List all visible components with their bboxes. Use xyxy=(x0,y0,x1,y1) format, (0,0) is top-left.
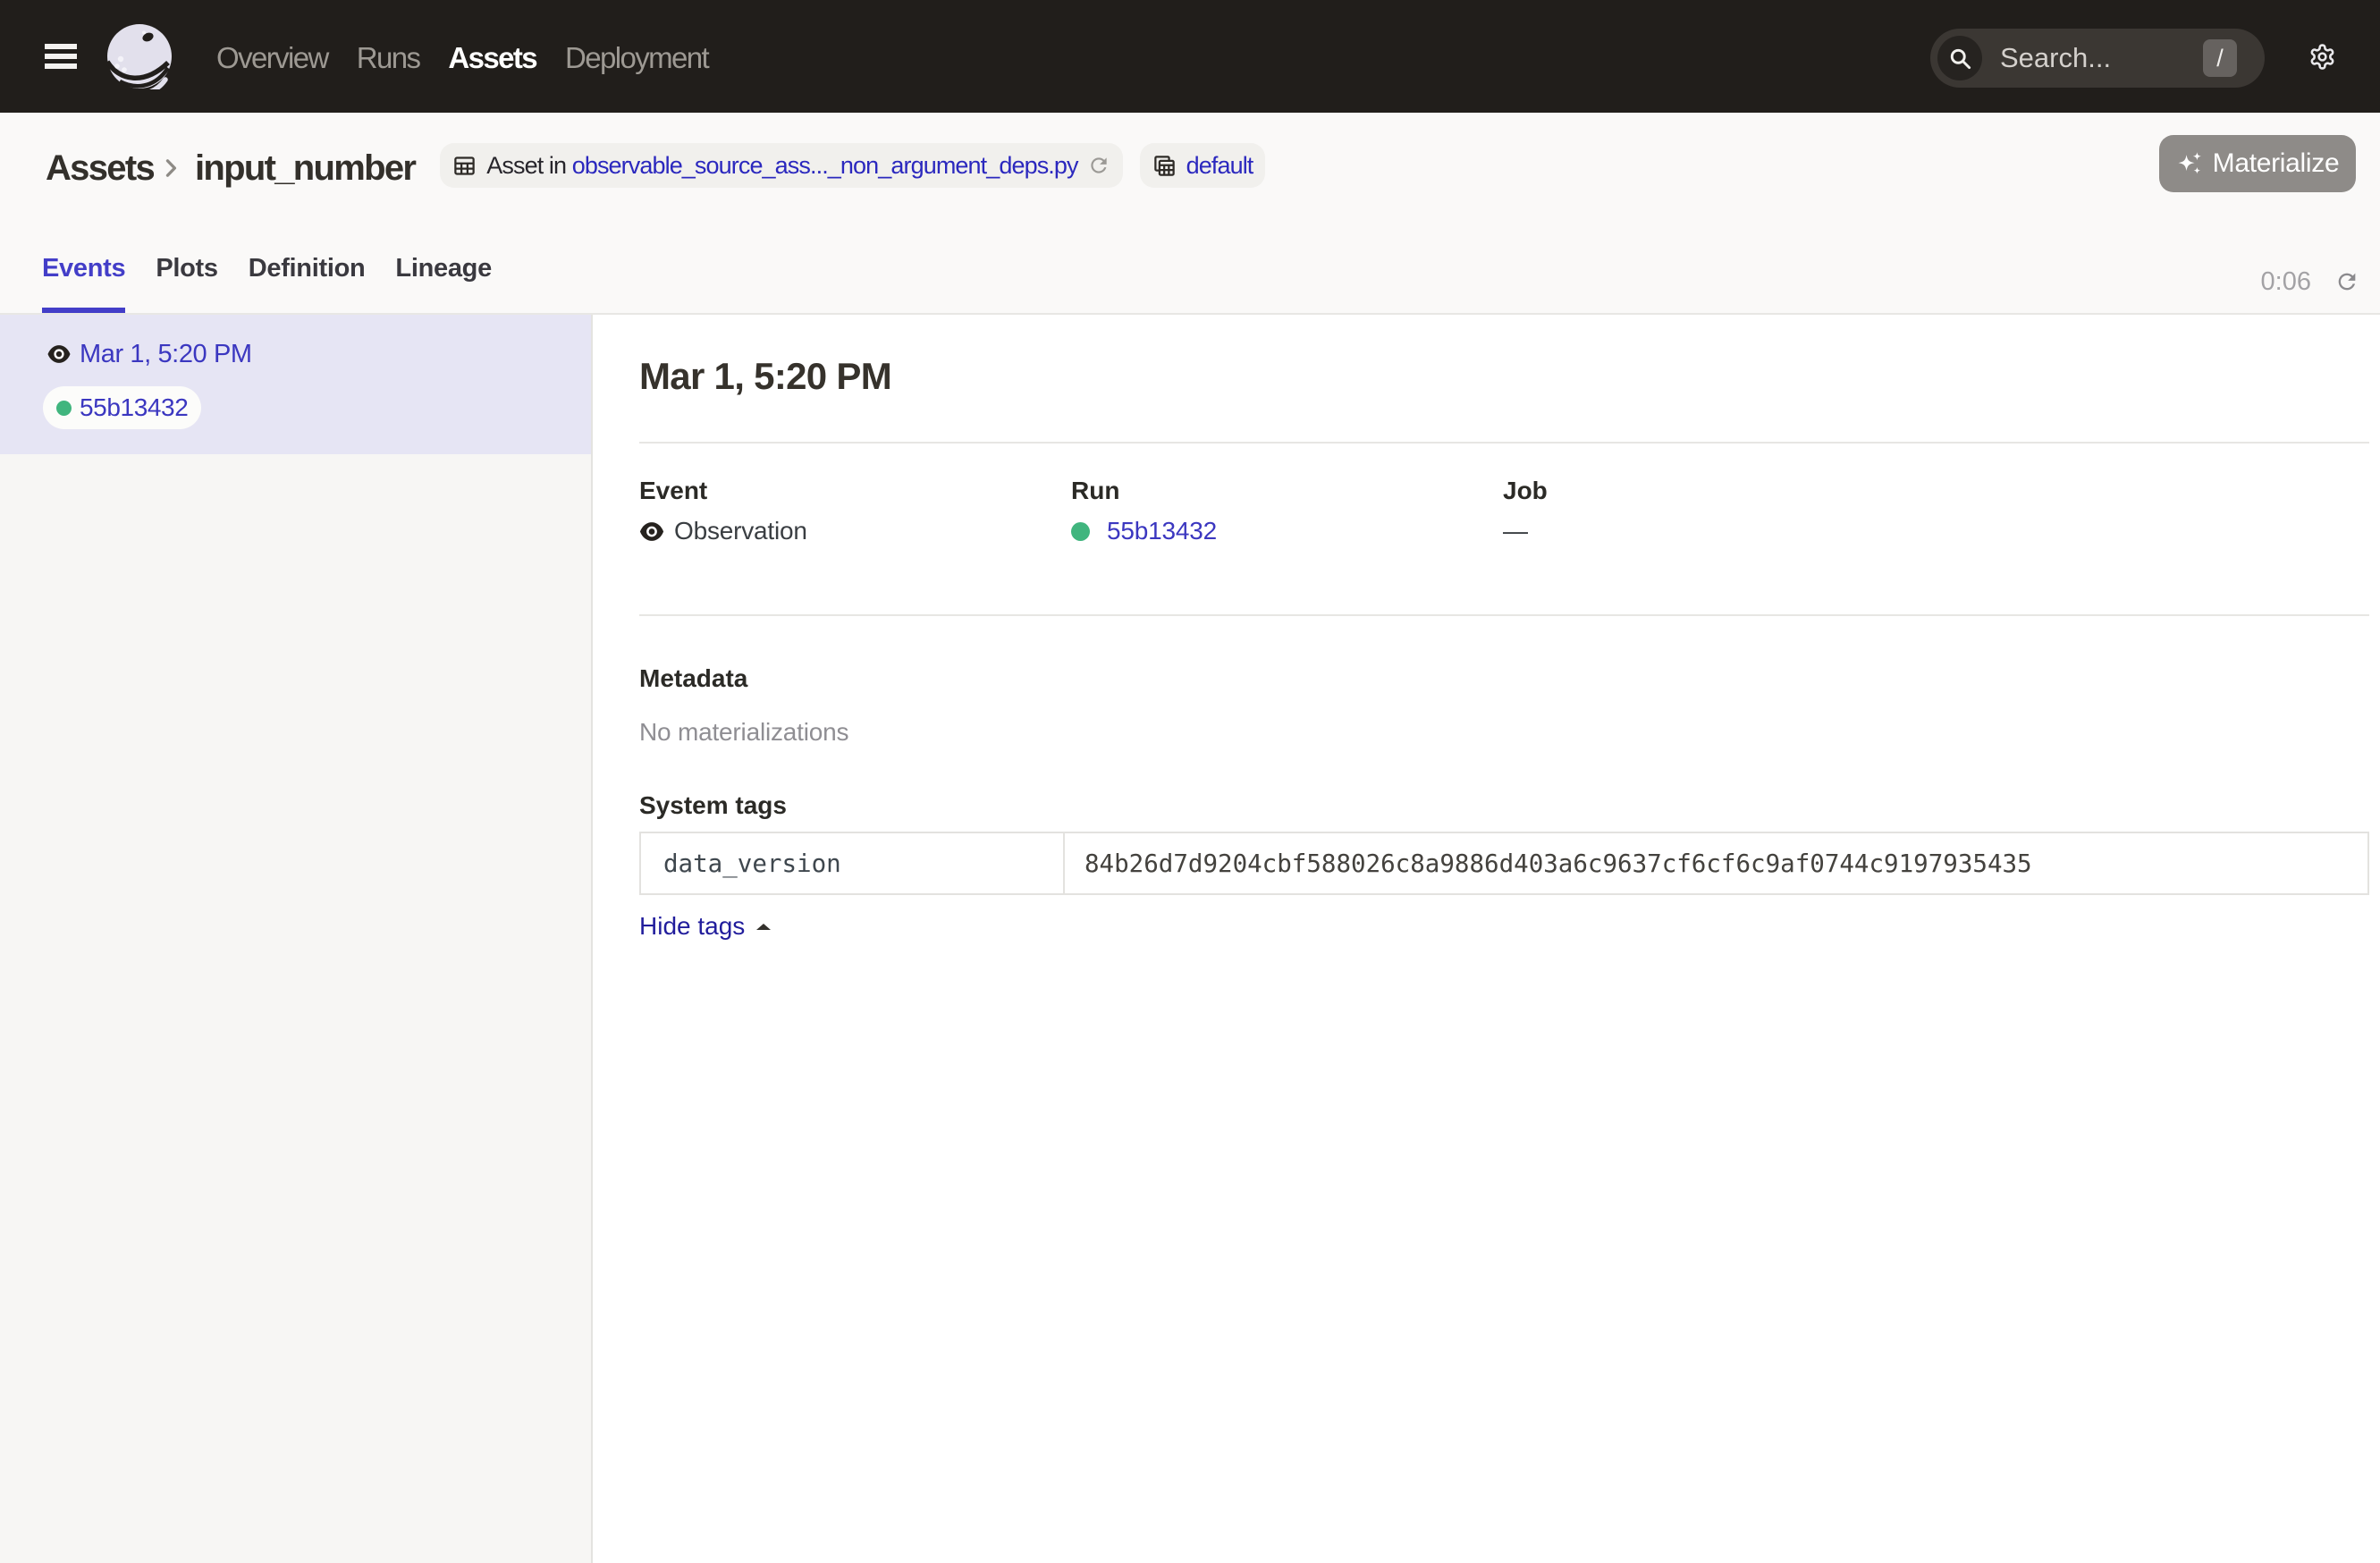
breadcrumb-asset-name: input_number xyxy=(195,148,415,189)
asset-tabs: Events Plots Definition Lineage xyxy=(42,224,492,313)
search-icon-circle xyxy=(1937,36,1982,80)
refresh-zone: 0:06 xyxy=(2261,237,2359,326)
materialize-button[interactable]: Materialize xyxy=(2159,135,2356,192)
metadata-empty-text: No materializations xyxy=(639,717,2369,748)
event-detail-title: Mar 1, 5:20 PM xyxy=(639,353,2369,400)
run-status-dot xyxy=(56,401,72,416)
sparkles-icon xyxy=(2176,150,2204,178)
system-tag-key: data_version xyxy=(640,832,1064,894)
caret-up-icon xyxy=(756,924,771,930)
refresh-elapsed-time: 0:06 xyxy=(2261,267,2311,297)
event-type-label: Observation xyxy=(674,516,807,546)
nav-item-overview[interactable]: Overview xyxy=(216,41,328,75)
hide-tags-label: Hide tags xyxy=(639,912,745,941)
reload-definition-icon[interactable] xyxy=(1087,154,1110,177)
search-shortcut-badge: / xyxy=(2203,39,2237,77)
event-list-sidebar: Mar 1, 5:20 PM 55b13432 xyxy=(0,315,593,1563)
asset-chip-prefix: Asset in xyxy=(486,152,566,180)
event-detail-panel: Mar 1, 5:20 PM Event Observation Run xyxy=(593,315,2380,1563)
search-placeholder: Search... xyxy=(2000,42,2111,74)
top-navigation-bar: Overview Runs Assets Deployment Search..… xyxy=(0,0,2380,113)
asset-group-chip: default xyxy=(1140,143,1266,188)
nav-item-assets[interactable]: Assets xyxy=(448,41,536,75)
refresh-icon[interactable] xyxy=(2334,269,2359,294)
system-tag-value: 84b26d7d9204cbf588026c8a9886d403a6c9637c… xyxy=(1064,832,2368,894)
event-column-label: Event xyxy=(639,476,1071,506)
table-icon xyxy=(452,154,477,178)
menu-hamburger-button[interactable] xyxy=(45,44,77,69)
asset-group-link[interactable]: default xyxy=(1186,152,1253,180)
run-column: Run 55b13432 xyxy=(1071,476,1503,546)
search-input[interactable]: Search... / xyxy=(1930,29,2265,88)
run-status-dot-detail xyxy=(1071,522,1090,541)
system-tags-table: data_version 84b26d7d9204cbf588026c8a988… xyxy=(639,832,2369,895)
content-area: Mar 1, 5:20 PM 55b13432 Mar 1, 5:20 PM E… xyxy=(0,315,2380,1563)
breadcrumb-assets-link[interactable]: Assets xyxy=(46,148,154,189)
event-detail-columns: Event Observation Run 55b13432 xyxy=(639,476,2369,546)
hide-tags-toggle[interactable]: Hide tags xyxy=(639,912,771,941)
metadata-heading: Metadata xyxy=(639,663,2369,694)
search-icon xyxy=(1948,46,1972,71)
event-date-link[interactable]: Mar 1, 5:20 PM xyxy=(80,340,252,369)
event-column: Event Observation xyxy=(639,476,1071,546)
asset-header-row: Assets input_number Asset in observable_… xyxy=(0,113,2380,224)
dagster-logo[interactable] xyxy=(106,23,173,89)
system-tag-row: data_version 84b26d7d9204cbf588026c8a988… xyxy=(640,832,2368,894)
observation-eye-icon xyxy=(47,345,71,363)
job-empty-value: — xyxy=(1503,516,1528,546)
nav-item-deployment[interactable]: Deployment xyxy=(565,41,708,75)
tab-plots[interactable]: Plots xyxy=(156,224,217,313)
settings-gear-icon[interactable] xyxy=(2308,43,2336,71)
asset-group-icon xyxy=(1152,154,1177,178)
system-tags-heading: System tags xyxy=(639,790,2369,821)
divider-above-metadata xyxy=(639,614,2369,616)
asset-file-link[interactable]: observable_source_ass..._non_argument_de… xyxy=(572,152,1078,180)
asset-tabs-row: Events Plots Definition Lineage 0:06 xyxy=(0,224,2380,315)
nav-item-runs[interactable]: Runs xyxy=(357,41,420,75)
tab-events[interactable]: Events xyxy=(42,224,125,313)
run-id-link[interactable]: 55b13432 xyxy=(1107,516,1217,546)
tab-definition[interactable]: Definition xyxy=(249,224,366,313)
asset-definition-chip: Asset in observable_source_ass..._non_ar… xyxy=(440,143,1122,188)
tab-lineage[interactable]: Lineage xyxy=(395,224,492,313)
event-type-eye-icon xyxy=(639,522,664,541)
event-list-item-selected[interactable]: Mar 1, 5:20 PM 55b13432 xyxy=(0,315,591,454)
job-column-label: Job xyxy=(1503,476,1935,506)
breadcrumb-chevron-icon xyxy=(157,155,184,182)
job-column: Job — xyxy=(1503,476,1935,546)
run-id-label: 55b13432 xyxy=(80,393,188,422)
run-id-chip[interactable]: 55b13432 xyxy=(43,386,201,429)
materialize-label: Materialize xyxy=(2213,148,2340,179)
primary-nav: Overview Runs Assets Deployment xyxy=(216,41,708,75)
run-column-label: Run xyxy=(1071,476,1503,506)
event-date-row: Mar 1, 5:20 PM xyxy=(47,337,591,371)
divider-under-title xyxy=(639,442,2369,444)
